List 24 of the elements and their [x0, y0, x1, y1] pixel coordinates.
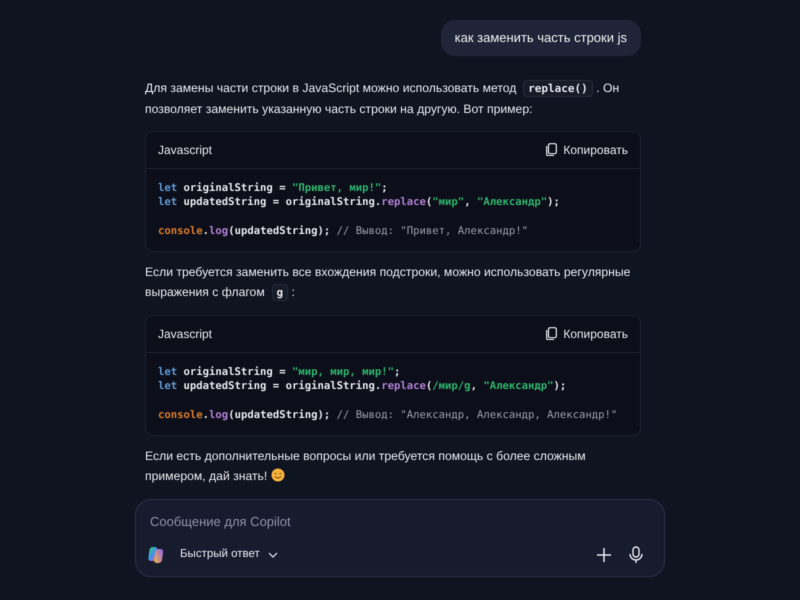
response-mode-dropdown[interactable]: Быстрый ответ — [174, 542, 284, 568]
copy-button[interactable]: Копировать — [546, 140, 628, 158]
code-line: let originalString = "мир, мир, мир!"; — [158, 364, 402, 379]
chevron-down-icon — [268, 552, 278, 558]
message-paragraph: Для замены части строки в JavaScript можно использовать метод replace() . Он позволяет заменить указанную часть строки на другую. Вот пример: — [145, 78, 620, 118]
code-line: let updatedString = originalString.replace("мир", "Александр"); — [158, 195, 561, 210]
code-language: Javascript — [158, 326, 212, 342]
code-line: let updatedString = originalString.replace(/мир/g, "Александр"); — [158, 379, 568, 394]
plus-icon — [596, 547, 612, 563]
message-input[interactable]: Сообщение для Copilot — [136, 500, 664, 532]
copy-button[interactable]: Копировать — [546, 324, 628, 342]
copy-icon — [546, 327, 558, 340]
code-line: let originalString = "Привет, мир!"; — [158, 180, 389, 195]
copilot-logo-icon — [148, 546, 166, 564]
microphone-icon — [628, 546, 644, 564]
code-line: console.log(updatedString); // Вывод: "Привет, Александр!" — [158, 224, 529, 238]
message-paragraph: Если требуется заменить все вхождения подстроки, можно использовать регулярные выражения с флагом g : — [145, 264, 632, 302]
code-language: Javascript — [158, 142, 212, 158]
message-paragraph: Если есть дополнительные вопросы или требуется помощь с более сложным примером, дай знать! — [145, 448, 587, 484]
message-composer[interactable]: Сообщение для Copilot Быстрый ответ — [135, 499, 665, 577]
smiley-icon — [270, 468, 285, 482]
code-line: console.log(updatedString); // Вывод: "Александр, Александр, Александр!" — [158, 408, 618, 422]
copy-icon — [546, 143, 558, 156]
user-message: как заменить часть строки js — [440, 20, 641, 56]
